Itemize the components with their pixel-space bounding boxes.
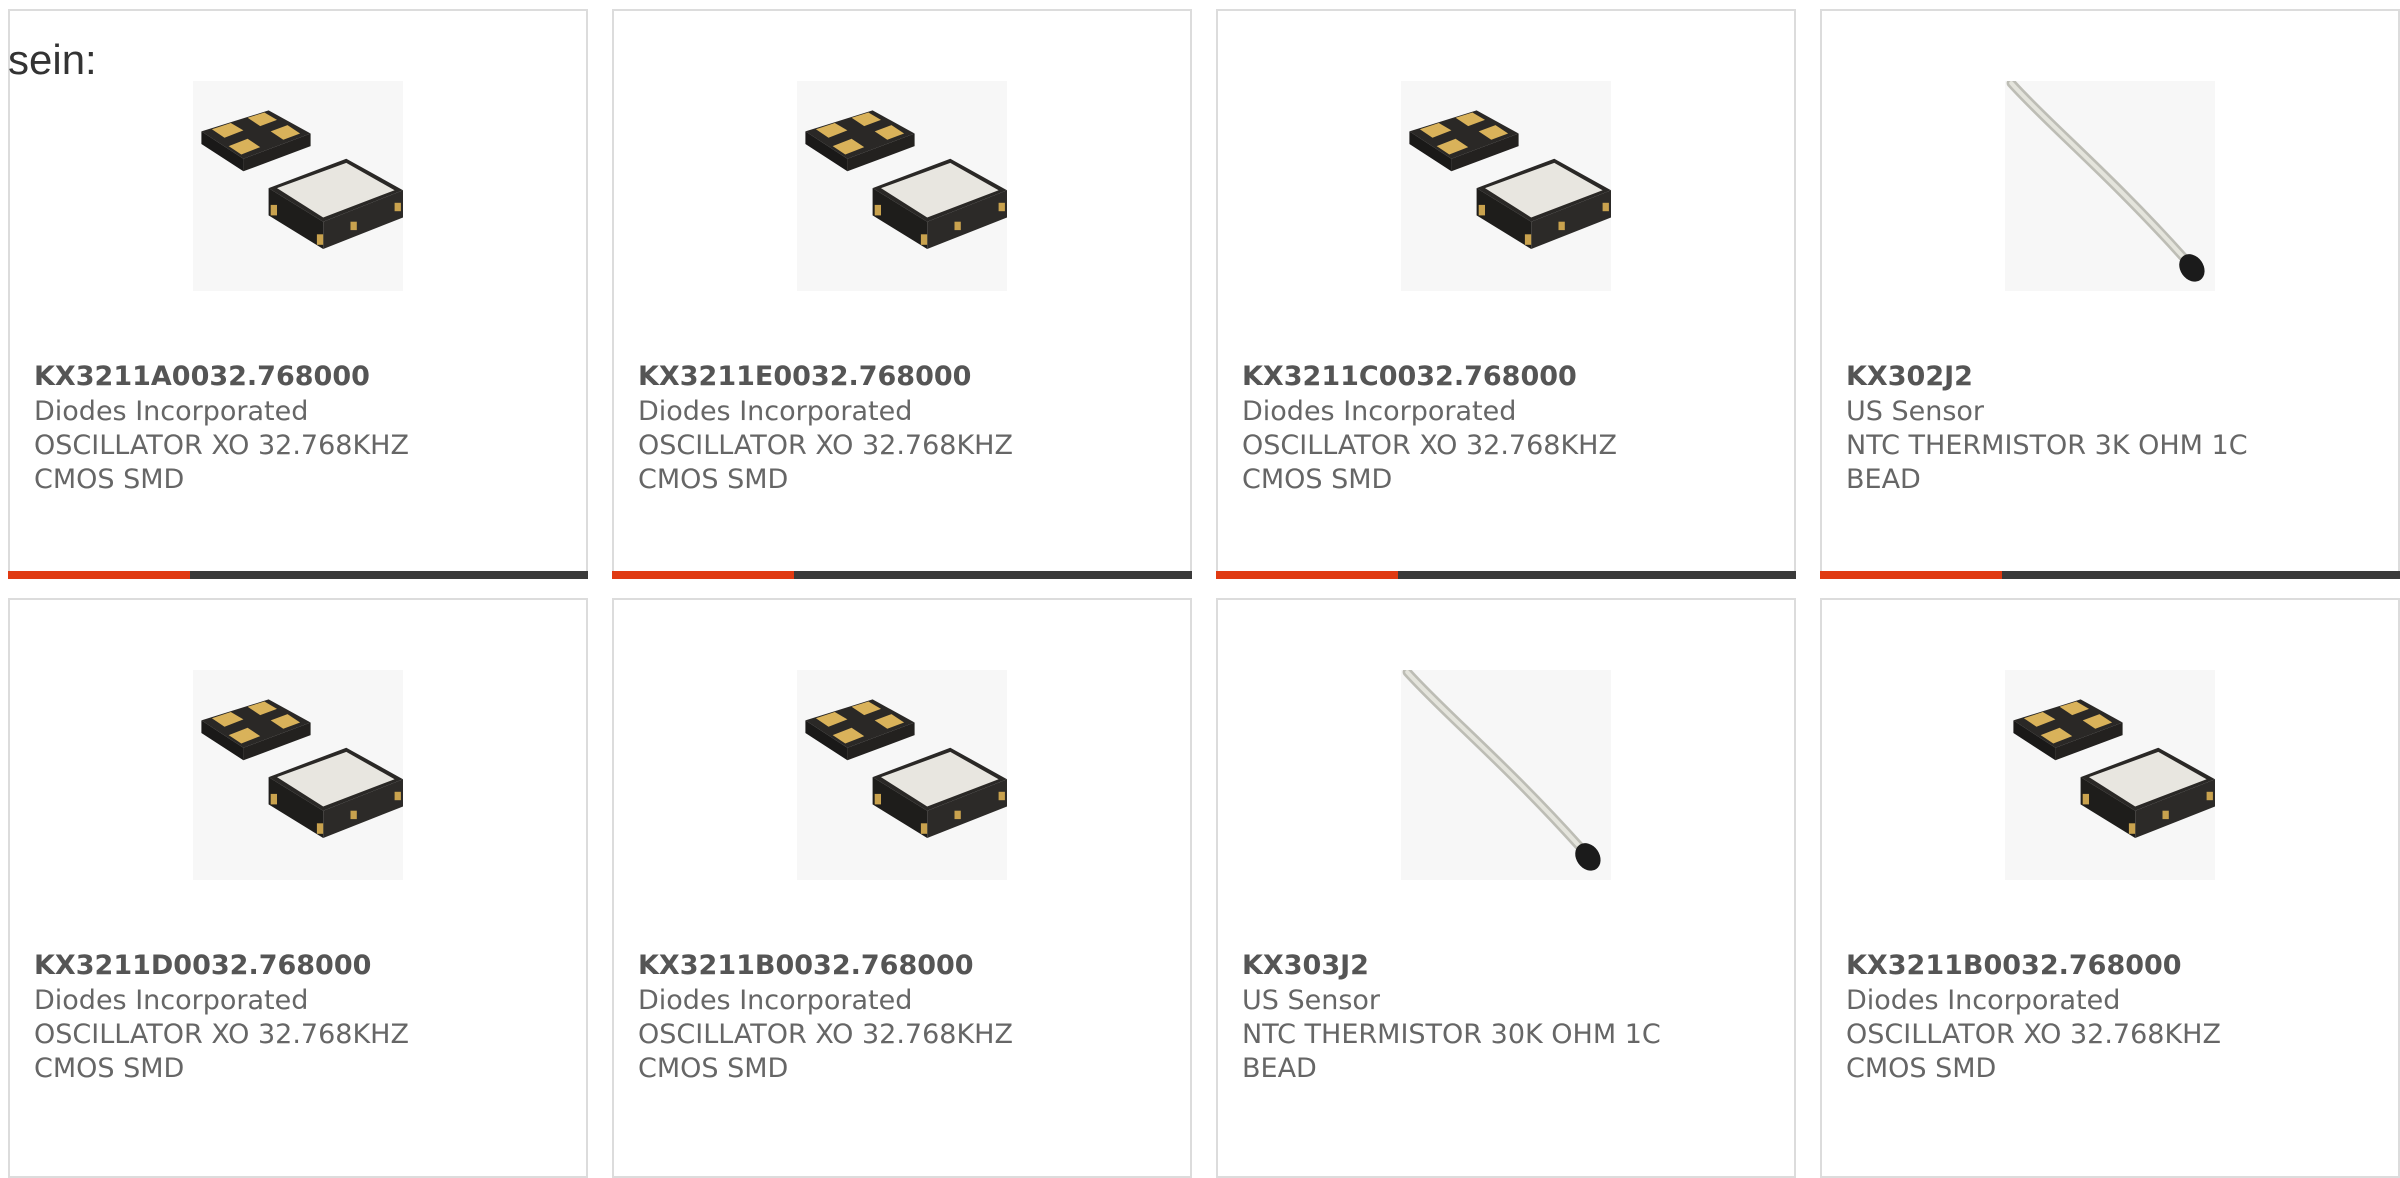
product-card[interactable]: KX3211E0032.768000 Diodes Incorporated O…: [612, 9, 1192, 579]
product-card[interactable]: KX3211A0032.768000 Diodes Incorporated O…: [8, 9, 588, 579]
card-bottom-bar: [8, 571, 588, 579]
manufacturer: Diodes Incorporated: [1242, 396, 1517, 427]
manufacturer: US Sensor: [1242, 985, 1381, 1016]
manufacturer: Diodes Incorporated: [34, 985, 309, 1016]
part-number[interactable]: KX3211A0032.768000: [34, 361, 370, 392]
oscillator-chip-image[interactable]: [1401, 81, 1611, 291]
part-number[interactable]: KX303J2: [1242, 950, 1369, 981]
manufacturer: Diodes Incorporated: [638, 985, 913, 1016]
part-number[interactable]: KX3211B0032.768000: [1846, 950, 2182, 981]
card-bottom-bar: [1820, 571, 2400, 579]
product-card[interactable]: KX302J2 US Sensor NTC THERMISTOR 3K OHM …: [1820, 9, 2400, 579]
description: OSCILLATOR XO 32.768KHZ CMOS SMD: [34, 430, 409, 495]
intro-text: sein:: [8, 36, 97, 83]
part-number[interactable]: KX3211E0032.768000: [638, 361, 971, 392]
part-number[interactable]: KX3211D0032.768000: [34, 950, 371, 981]
description: NTC THERMISTOR 30K OHM 1C BEAD: [1242, 1019, 1661, 1084]
card-bottom-bar: [612, 571, 1192, 579]
description: OSCILLATOR XO 32.768KHZ CMOS SMD: [638, 1019, 1013, 1084]
description: OSCILLATOR XO 32.768KHZ CMOS SMD: [34, 1019, 409, 1084]
thermistor-image[interactable]: [1401, 670, 1611, 880]
accent-bar: [612, 571, 794, 579]
manufacturer: Diodes Incorporated: [638, 396, 913, 427]
oscillator-chip-image[interactable]: [797, 670, 1007, 880]
product-card[interactable]: KX3211D0032.768000 Diodes Incorporated O…: [8, 598, 588, 1178]
manufacturer: US Sensor: [1846, 396, 1985, 427]
oscillator-chip-image[interactable]: [2005, 670, 2215, 880]
part-number[interactable]: KX302J2: [1846, 361, 1973, 392]
description: OSCILLATOR XO 32.768KHZ CMOS SMD: [1846, 1019, 2221, 1084]
description: OSCILLATOR XO 32.768KHZ CMOS SMD: [1242, 430, 1617, 495]
manufacturer: Diodes Incorporated: [34, 396, 309, 427]
product-card[interactable]: KX3211B0032.768000 Diodes Incorporated O…: [612, 598, 1192, 1178]
card-bottom-bar: [1216, 571, 1796, 579]
description: OSCILLATOR XO 32.768KHZ CMOS SMD: [638, 430, 1013, 495]
accent-bar: [1820, 571, 2002, 579]
oscillator-chip-image[interactable]: [193, 670, 403, 880]
part-number[interactable]: KX3211C0032.768000: [1242, 361, 1577, 392]
manufacturer: Diodes Incorporated: [1846, 985, 2121, 1016]
product-card[interactable]: KX303J2 US Sensor NTC THERMISTOR 30K OHM…: [1216, 598, 1796, 1178]
product-card[interactable]: KX3211C0032.768000 Diodes Incorporated O…: [1216, 9, 1796, 579]
accent-bar: [8, 571, 190, 579]
accent-bar: [1216, 571, 1398, 579]
product-grid: KX3211A0032.768000 Diodes Incorporated O…: [0, 0, 2400, 1178]
product-card[interactable]: KX3211B0032.768000 Diodes Incorporated O…: [1820, 598, 2400, 1178]
oscillator-chip-image[interactable]: [797, 81, 1007, 291]
oscillator-chip-image[interactable]: [193, 81, 403, 291]
description: NTC THERMISTOR 3K OHM 1C BEAD: [1846, 430, 2248, 495]
thermistor-image[interactable]: [2005, 81, 2215, 291]
part-number[interactable]: KX3211B0032.768000: [638, 950, 974, 981]
